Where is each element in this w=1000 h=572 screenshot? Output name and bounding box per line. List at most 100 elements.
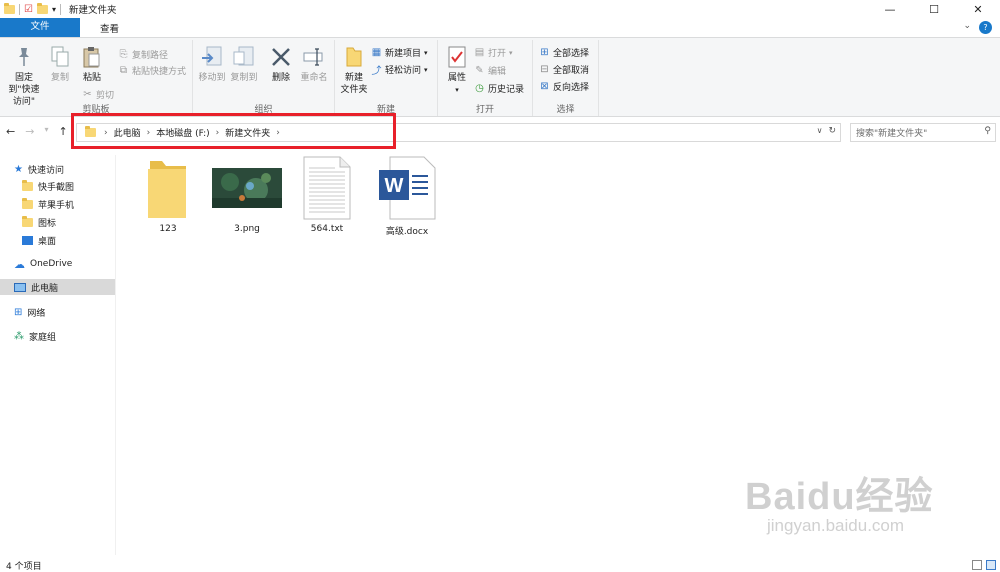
invert-selection-icon: ⊠ bbox=[540, 81, 549, 92]
forward-arrow-icon[interactable]: → bbox=[25, 125, 34, 138]
group-label: 选择 bbox=[556, 105, 575, 115]
delete-button[interactable]: 删除 bbox=[267, 44, 295, 84]
sidebar-item-desktop[interactable]: 桌面 bbox=[22, 232, 56, 248]
ribbon: 固定到"快速访问" 复制 粘贴 ⎘ 复制路径 ⧉ 粘贴快捷方式 ✂ 剪切 剪贴板 bbox=[0, 37, 1000, 117]
search-input[interactable]: 搜索"新建文件夹" ⚲ bbox=[850, 123, 996, 142]
svg-text:W: W bbox=[385, 175, 404, 197]
pin-icon bbox=[12, 44, 36, 70]
text-file-icon bbox=[303, 156, 351, 220]
invert-selection-button[interactable]: ⊠ 反向选择 bbox=[539, 80, 589, 93]
file-item[interactable]: 564.txt bbox=[287, 156, 367, 234]
customize-dropdown-icon[interactable]: ▾ bbox=[52, 5, 56, 14]
maximize-button[interactable]: ☐ bbox=[912, 0, 956, 18]
select-all-icon: ⊞ bbox=[540, 47, 549, 58]
baidu-watermark: Baidu经验 jingyan.baidu.com bbox=[745, 465, 934, 536]
folder-icon bbox=[146, 156, 190, 220]
sidebar-item-this-pc[interactable]: 此电脑 bbox=[0, 279, 115, 295]
new-folder-label: 新建 文件夹 bbox=[340, 73, 368, 95]
new-item-icon: ▦ bbox=[371, 47, 382, 58]
rename-icon bbox=[302, 44, 326, 70]
properties-label: 属性 bbox=[447, 73, 466, 83]
select-group: ⊞ 全部选择 ⊟ 全部取消 ⊠ 反向选择 选择 bbox=[533, 40, 599, 116]
rename-button[interactable]: 重命名 bbox=[297, 44, 331, 84]
file-item[interactable]: 123 bbox=[128, 156, 208, 234]
sidebar-item-label: 此电脑 bbox=[31, 283, 59, 294]
open-label: 打开 bbox=[488, 49, 507, 59]
organize-group: 移动到 复制到 删除 重命名 组织 bbox=[193, 40, 335, 116]
chevron-down-icon[interactable]: ∨ bbox=[817, 126, 823, 136]
new-item-label: 新建项目 bbox=[385, 49, 422, 59]
paste-shortcut-button[interactable]: ⧉ 粘贴快捷方式 bbox=[118, 64, 186, 77]
open-button[interactable]: ▤ 打开 ▾ bbox=[474, 46, 513, 59]
properties-button[interactable]: 属性 ▾ bbox=[442, 44, 472, 96]
paste-shortcut-label: 粘贴快捷方式 bbox=[132, 67, 187, 77]
select-all-button[interactable]: ⊞ 全部选择 bbox=[539, 46, 589, 59]
copy-path-button[interactable]: ⎘ 复制路径 bbox=[118, 48, 169, 61]
file-item[interactable]: W 高级.docx bbox=[367, 156, 447, 237]
paste-button[interactable]: 粘贴 bbox=[80, 44, 104, 84]
large-icons-view-icon[interactable] bbox=[986, 560, 996, 570]
history-label: 历史记录 bbox=[488, 85, 525, 95]
paste-label: 粘贴 bbox=[82, 73, 101, 83]
select-none-icon: ⊟ bbox=[540, 64, 549, 75]
properties-check-icon[interactable]: ☑ bbox=[24, 4, 33, 15]
new-item-button[interactable]: ▦ 新建项目 ▾ bbox=[371, 46, 428, 59]
item-count: 4 个项目 bbox=[6, 561, 42, 572]
properties-icon bbox=[445, 44, 469, 70]
up-arrow-icon[interactable]: ↑ bbox=[58, 125, 67, 138]
sidebar-item-network[interactable]: ⊞ 网络 bbox=[14, 304, 45, 320]
star-icon: ★ bbox=[14, 163, 23, 175]
title-bar: ☑ ▾ 新建文件夹 — ☐ ✕ bbox=[0, 0, 1000, 18]
new-folder-button[interactable]: 新建 文件夹 bbox=[339, 44, 369, 96]
sidebar-item-label: 桌面 bbox=[38, 236, 57, 247]
sidebar-item-icons[interactable]: 图标 bbox=[22, 214, 56, 230]
sidebar-item-label: OneDrive bbox=[30, 259, 73, 269]
sidebar-item-kuaishou[interactable]: 快手截图 bbox=[22, 178, 74, 194]
file-name: 3.png bbox=[234, 224, 260, 234]
edit-label: 编辑 bbox=[488, 67, 507, 77]
select-none-button[interactable]: ⊟ 全部取消 bbox=[539, 63, 589, 76]
copy-to-icon bbox=[232, 44, 256, 70]
easy-access-icon: ⤴ bbox=[371, 66, 382, 77]
refresh-icon[interactable]: ↻ bbox=[828, 126, 836, 136]
easy-access-button[interactable]: ⤴ 轻松访问 ▾ bbox=[371, 63, 428, 78]
status-bar: 4 个项目 bbox=[0, 558, 1000, 572]
copy-to-button[interactable]: 复制到 bbox=[229, 44, 259, 84]
pin-quick-access-button[interactable]: 固定到"快速访问" bbox=[4, 44, 44, 108]
move-to-label: 移动到 bbox=[198, 73, 226, 83]
sidebar-item-quick-access[interactable]: ★ 快速访问 bbox=[14, 161, 64, 177]
file-item[interactable]: 3.png bbox=[207, 156, 287, 234]
cut-button[interactable]: ✂ 剪切 bbox=[82, 88, 114, 101]
rename-label: 重命名 bbox=[300, 73, 328, 83]
divider bbox=[59, 3, 61, 15]
tab-view[interactable]: 查看 bbox=[88, 18, 131, 37]
chevron-down-icon: ▾ bbox=[455, 86, 459, 94]
window-title: 新建文件夹 bbox=[68, 5, 117, 16]
cloud-icon: ☁ bbox=[14, 257, 25, 271]
paste-icon bbox=[80, 44, 104, 70]
file-name: 123 bbox=[159, 224, 177, 234]
tab-file[interactable]: 文件 bbox=[0, 18, 80, 37]
edit-button[interactable]: ✎ 编辑 bbox=[474, 64, 506, 77]
sidebar-item-homegroup[interactable]: ⁂ 家庭组 bbox=[14, 328, 56, 344]
sidebar-item-iphone[interactable]: 苹果手机 bbox=[22, 196, 74, 212]
copy-button[interactable]: 复制 bbox=[48, 44, 72, 84]
details-view-icon[interactable] bbox=[972, 560, 982, 570]
copy-icon bbox=[48, 44, 72, 70]
help-icon[interactable]: ? bbox=[979, 21, 992, 34]
history-button[interactable]: ◷ 历史记录 bbox=[474, 82, 524, 95]
recent-dropdown-icon[interactable]: ▾ bbox=[44, 125, 48, 138]
sidebar-item-onedrive[interactable]: ☁ OneDrive bbox=[14, 256, 72, 272]
ribbon-collapse-icon[interactable]: ⌄ bbox=[963, 21, 971, 34]
back-arrow-icon[interactable]: ← bbox=[6, 125, 15, 138]
select-all-label: 全部选择 bbox=[553, 49, 590, 59]
close-button[interactable]: ✕ bbox=[956, 0, 1000, 18]
copy-label: 复制 bbox=[50, 73, 69, 83]
move-to-button[interactable]: 移动到 bbox=[197, 44, 227, 84]
folder-icon bbox=[22, 197, 33, 209]
word-document-icon: W bbox=[378, 156, 436, 220]
new-folder-quick-icon[interactable] bbox=[36, 2, 48, 14]
history-icon: ◷ bbox=[475, 83, 484, 94]
paste-shortcut-icon: ⧉ bbox=[119, 65, 128, 76]
minimize-button[interactable]: — bbox=[868, 0, 912, 18]
